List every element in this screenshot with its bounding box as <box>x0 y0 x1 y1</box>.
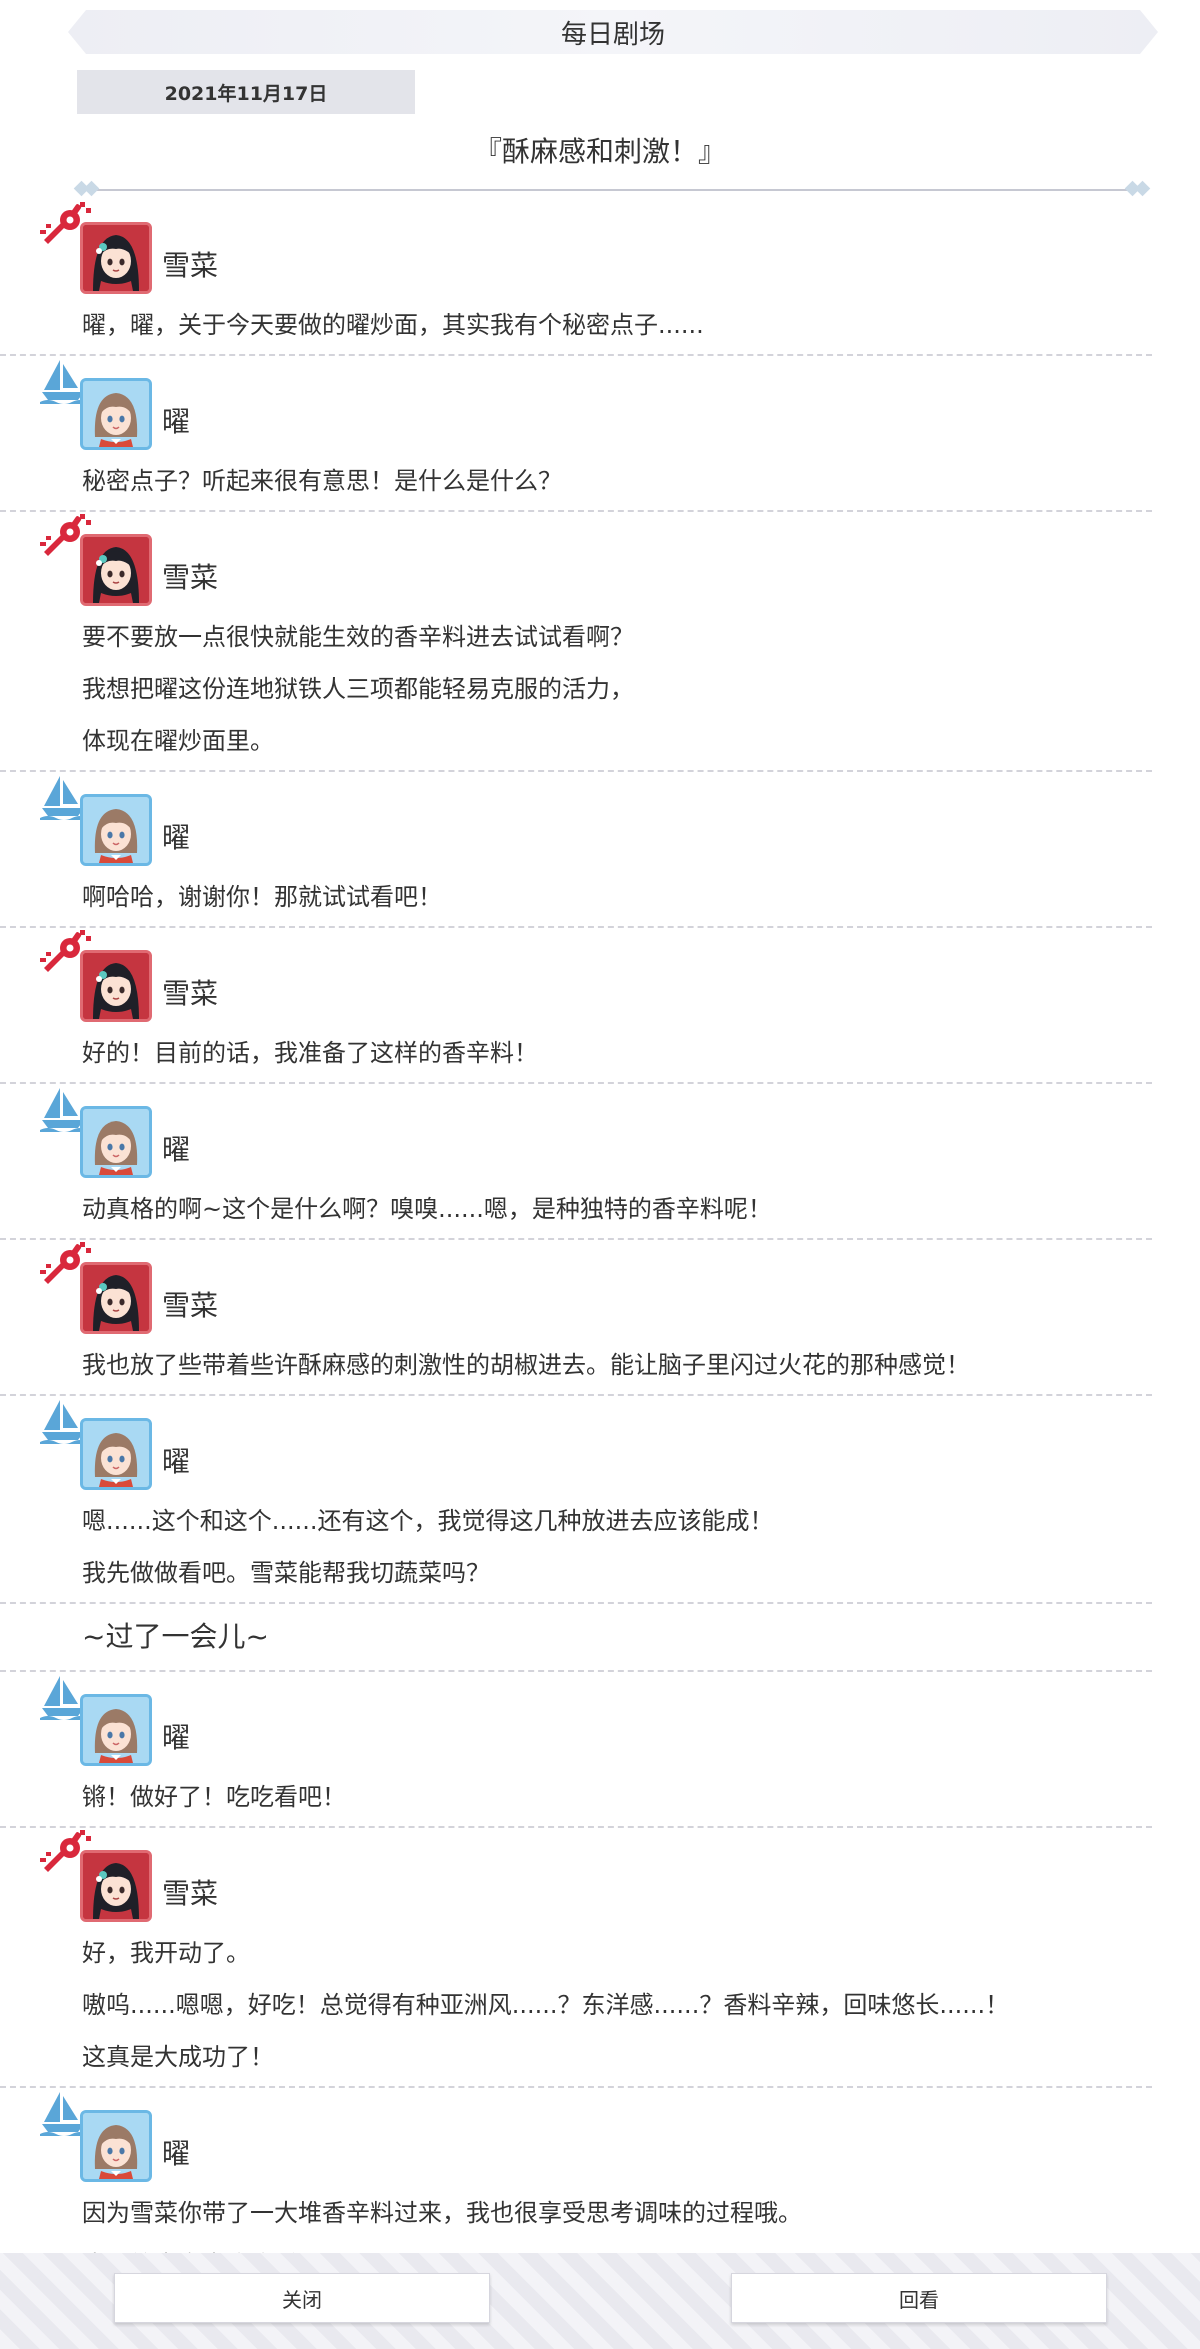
dialog-log[interactable]: 雪菜 曜，曜，关于今天要做的曜炒面，其实我有个秘密点子...... 曜秘密点子？听起… <box>0 200 1200 2296</box>
dialog-line: 我想把曜这份连地狱铁人三项都能轻易克服的活力， <box>82 675 634 703</box>
avatar <box>80 1418 152 1490</box>
page-title: 每日剧场 <box>560 19 665 50</box>
narration-entry: ~过了一会儿~ <box>0 1604 1152 1672</box>
speaker-name: 雪菜 <box>162 249 219 282</box>
dialog-line: 我也放了些带着些许酥麻感的刺激性的胡椒进去。能让脑子里闪过火花的那种感觉！ <box>82 1351 970 1379</box>
dialog-line: 体现在曜炒面里。 <box>82 727 274 755</box>
dialog-line: 这真是大成功了！ <box>82 2043 274 2071</box>
speaker-row: 雪菜 <box>0 512 1152 614</box>
avatar <box>80 950 152 1022</box>
speaker-row: 雪菜 <box>0 200 1152 302</box>
speaker-name: 曜 <box>162 2137 191 2170</box>
dialog-line: 动真格的啊~这个是什么啊？嗅嗅......嗯，是种独特的香辛料呢！ <box>82 1195 772 1223</box>
avatar <box>80 1262 152 1334</box>
speaker-name: 曜 <box>162 1721 191 1754</box>
dialog-line: 秘密点子？听起来很有意思！是什么是什么？ <box>82 467 562 495</box>
dialog-entry: 曜啊哈哈，谢谢你！那就试试看吧！ <box>0 772 1152 928</box>
avatar <box>80 1694 152 1766</box>
speaker-name: 曜 <box>162 405 191 438</box>
avatar <box>80 794 152 866</box>
dialog-entry: 曜秘密点子？听起来很有意思！是什么是什么？ <box>0 356 1152 512</box>
avatar <box>80 222 152 294</box>
speaker-name: 雪菜 <box>162 977 219 1010</box>
episode-title: 『酥麻感和刺激！』 <box>473 135 726 168</box>
speaker-row: 曜 <box>0 1672 1152 1774</box>
title-divider <box>73 180 1151 198</box>
speaker-name: 雪菜 <box>162 1289 219 1322</box>
dialog-line: 我先做做看吧。雪菜能帮我切蔬菜吗？ <box>82 1559 490 1587</box>
narration-text: ~过了一会儿~ <box>82 1620 269 1653</box>
review-button-label: 回看 <box>899 2287 939 2312</box>
dialog-entry: 雪菜要不要放一点很快就能生效的香辛料进去试试看啊？ 我想把曜这份连地狱铁人三项都能… <box>0 512 1152 772</box>
dialog-entry: 雪菜我也放了些带着些许酥麻感的刺激性的胡椒进去。能让脑子里闪过火花的那种感觉！ <box>0 1240 1152 1396</box>
dialog-entry: 曜动真格的啊~这个是什么啊？嗅嗅......嗯，是种独特的香辛料呢！ <box>0 1084 1152 1240</box>
dialog-entry: 雪菜好，我开动了。嗷呜......嗯嗯，好吃！总觉得有种亚洲风......？东洋… <box>0 1828 1152 2088</box>
dialog-line: 啊哈哈，谢谢你！那就试试看吧！ <box>82 883 442 911</box>
speaker-row: 雪菜 <box>0 1240 1152 1342</box>
dialog-line: 曜，曜，关于今天要做的曜炒面，其实我有个秘密点子...... <box>82 311 704 339</box>
speaker-row: 曜 <box>0 772 1152 874</box>
dialog-entry: 雪菜曜，曜，关于今天要做的曜炒面，其实我有个秘密点子...... <box>0 200 1152 356</box>
footer-bar: 关闭 回看 <box>0 2253 1200 2349</box>
avatar <box>80 1850 152 1922</box>
speaker-row: 雪菜 <box>0 1828 1152 1930</box>
dialog-entry: 曜锵！做好了！吃吃看吧！ <box>0 1672 1152 1828</box>
dialog-line: 要不要放一点很快就能生效的香辛料进去试试看啊？ <box>82 623 634 651</box>
title-bar: 每日剧场 <box>68 10 1158 54</box>
speaker-name: 雪菜 <box>162 1877 219 1910</box>
speaker-name: 曜 <box>162 1445 191 1478</box>
avatar <box>80 534 152 606</box>
date-badge: 2021年11月17日 <box>77 70 415 114</box>
speaker-name: 曜 <box>162 821 191 854</box>
speaker-row: 曜 <box>0 1396 1152 1498</box>
speaker-name: 雪菜 <box>162 561 219 594</box>
review-button[interactable]: 回看 <box>731 2273 1107 2323</box>
close-button[interactable]: 关闭 <box>114 2273 490 2323</box>
dialog-entry: 曜嗯......这个和这个......还有这个，我觉得这几种放进去应该能成！ 我先… <box>0 1396 1152 1604</box>
speaker-row: 曜 <box>0 2088 1152 2190</box>
speaker-name: 曜 <box>162 1133 191 1166</box>
dialog-line: 嗷呜......嗯嗯，好吃！总觉得有种亚洲风......？东洋感......？香… <box>82 1991 1010 2019</box>
avatar <box>80 1106 152 1178</box>
dialog-line: 好，我开动了。 <box>82 1939 250 1967</box>
dialog-line: 嗯......这个和这个......还有这个，我觉得这几种放进去应该能成！ <box>82 1507 774 1535</box>
dialog-line: 因为雪菜你带了一大堆香辛料过来，我也很享受思考调味的过程哦。 <box>82 2199 802 2227</box>
speaker-row: 雪菜 <box>0 928 1152 1030</box>
avatar <box>80 2110 152 2182</box>
dialog-line: 好的！目前的话，我准备了这样的香辛料！ <box>82 1039 538 1067</box>
avatar <box>80 378 152 450</box>
dialog-entry: 雪菜好的！目前的话，我准备了这样的香辛料！ <box>0 928 1152 1084</box>
speaker-row: 曜 <box>0 356 1152 458</box>
dialog-line: 锵！做好了！吃吃看吧！ <box>82 1783 346 1811</box>
close-button-label: 关闭 <box>282 2287 322 2312</box>
speaker-row: 曜 <box>0 1084 1152 1186</box>
date-text: 2021年11月17日 <box>164 82 328 105</box>
